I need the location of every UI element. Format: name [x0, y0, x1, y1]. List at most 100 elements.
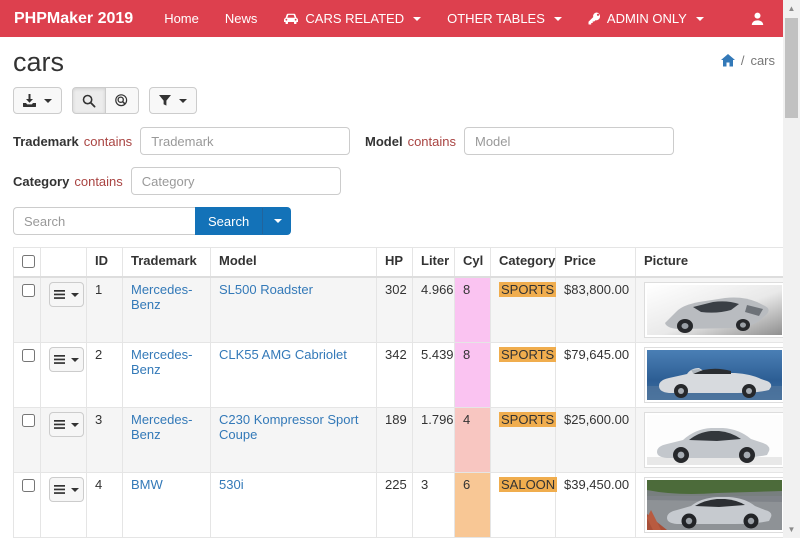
scrollbar-thumb[interactable]: [785, 18, 798, 118]
model-link[interactable]: SL500 Roadster: [219, 282, 313, 297]
car-photo: [644, 282, 785, 338]
chevron-down-icon: [44, 99, 52, 103]
chevron-down-icon: [71, 488, 79, 492]
user-icon: [751, 12, 764, 26]
cell-liter: 3: [413, 473, 455, 538]
search-input[interactable]: [13, 207, 195, 235]
table-row: 1 Mercedes-Benz SL500 Roadster 302 4.966…: [14, 277, 786, 343]
nav-item-other-tables[interactable]: OTHER TABLES: [435, 5, 574, 32]
table-row: 4 BMW 530i 225 3 6 SALOON $39,450.00: [14, 473, 786, 538]
category-highlight: SPORTS: [499, 412, 556, 427]
row-options-button[interactable]: [49, 282, 84, 307]
page: PHPMaker 2019 Home News CARS RELATED OTH…: [0, 0, 800, 538]
cell-liter: 4.966: [413, 277, 455, 343]
list-menu-icon: [54, 420, 65, 429]
trademark-link[interactable]: Mercedes-Benz: [131, 347, 192, 377]
cell-cyl: 8: [455, 343, 491, 408]
filter-trademark-label: Trademark: [13, 134, 79, 149]
row-options-button[interactable]: [49, 477, 84, 502]
cell-price: $39,450.00: [556, 473, 636, 538]
chevron-down-icon: [413, 17, 421, 21]
filter-trademark-input[interactable]: [140, 127, 350, 155]
breadcrumb-current: cars: [750, 53, 775, 68]
filter-category: Category contains: [13, 167, 341, 195]
scroll-down-arrow[interactable]: ▼: [783, 521, 800, 538]
chevron-down-icon: [554, 17, 562, 21]
nav-item-home[interactable]: Home: [152, 5, 211, 32]
model-link[interactable]: C230 Kompressor Sport Coupe: [219, 412, 358, 442]
filter-trademark: Trademark contains: [13, 127, 365, 155]
user-menu-button[interactable]: [739, 6, 776, 32]
table-header-row: ID Trademark Model HP Liter Cyl Category…: [14, 248, 786, 278]
home-icon[interactable]: [721, 54, 735, 67]
filter-model-operator: contains: [408, 134, 456, 149]
filter-model-input[interactable]: [464, 127, 674, 155]
chevron-down-icon: [696, 17, 704, 21]
list-toolbar: [13, 87, 787, 114]
header-id: ID: [87, 248, 123, 278]
model-link[interactable]: CLK55 AMG Cabriolet: [219, 347, 347, 362]
brand-link[interactable]: PHPMaker 2019: [14, 10, 133, 28]
row-checkbox[interactable]: [22, 349, 35, 362]
cell-liter: 1.796: [413, 408, 455, 473]
car-photo: [644, 412, 785, 468]
filter-model-label: Model: [365, 134, 403, 149]
header-cyl: Cyl: [455, 248, 491, 278]
trademark-link[interactable]: Mercedes-Benz: [131, 412, 192, 442]
header-price: Price: [556, 248, 636, 278]
export-button[interactable]: [13, 87, 62, 114]
filter-category-input[interactable]: [131, 167, 341, 195]
filter-button[interactable]: [149, 87, 197, 114]
cell-price: $79,645.00: [556, 343, 636, 408]
car-icon: [283, 13, 299, 25]
chevron-down-icon: [71, 293, 79, 297]
nav-item-news[interactable]: News: [213, 5, 270, 32]
row-checkbox[interactable]: [22, 414, 35, 427]
cell-hp: 342: [377, 343, 413, 408]
cell-id: 4: [87, 473, 123, 538]
search-options-button[interactable]: [262, 207, 291, 235]
category-highlight: SPORTS: [499, 282, 556, 297]
chevron-down-icon: [274, 219, 282, 223]
search-button[interactable]: Search: [195, 207, 262, 235]
row-checkbox[interactable]: [22, 284, 35, 297]
cell-id: 3: [87, 408, 123, 473]
table-row: 3 Mercedes-Benz C230 Kompressor Sport Co…: [14, 408, 786, 473]
filter-category-operator: contains: [74, 174, 122, 189]
vertical-scrollbar[interactable]: ▲ ▼: [783, 0, 800, 538]
header-trademark: Trademark: [123, 248, 211, 278]
chevron-down-icon: [71, 423, 79, 427]
trademark-link[interactable]: Mercedes-Benz: [131, 282, 192, 312]
highlight-search-button[interactable]: [105, 87, 139, 114]
nav-item-cars-related[interactable]: CARS RELATED: [271, 5, 433, 32]
row-options-button[interactable]: [49, 412, 84, 437]
row-options-button[interactable]: [49, 347, 84, 372]
filter-model: Model contains: [365, 127, 674, 155]
cell-liter: 5.439: [413, 343, 455, 408]
cell-picture: [636, 277, 786, 343]
cell-cyl: 4: [455, 408, 491, 473]
select-all-checkbox[interactable]: [22, 255, 35, 268]
model-link[interactable]: 530i: [219, 477, 244, 492]
category-highlight: SPORTS: [499, 347, 556, 362]
breadcrumb-separator: /: [741, 53, 745, 68]
cell-price: $83,800.00: [556, 277, 636, 343]
cell-hp: 302: [377, 277, 413, 343]
header-options: [41, 248, 87, 278]
list-menu-icon: [54, 485, 65, 494]
download-icon: [23, 94, 36, 107]
header-select-all: [14, 248, 41, 278]
cell-id: 1: [87, 277, 123, 343]
car-photo: [644, 347, 785, 403]
cell-picture: [636, 473, 786, 538]
page-title: cars: [13, 47, 64, 78]
cell-category: SPORTS: [491, 408, 556, 473]
filter-icon: [159, 95, 171, 107]
quick-search-button[interactable]: [72, 87, 106, 114]
row-checkbox[interactable]: [22, 479, 35, 492]
trademark-link[interactable]: BMW: [131, 477, 163, 492]
list-menu-icon: [54, 290, 65, 299]
nav-item-admin-only[interactable]: ADMIN ONLY: [576, 5, 716, 32]
filter-category-label: Category: [13, 174, 69, 189]
scroll-up-arrow[interactable]: ▲: [783, 0, 800, 17]
